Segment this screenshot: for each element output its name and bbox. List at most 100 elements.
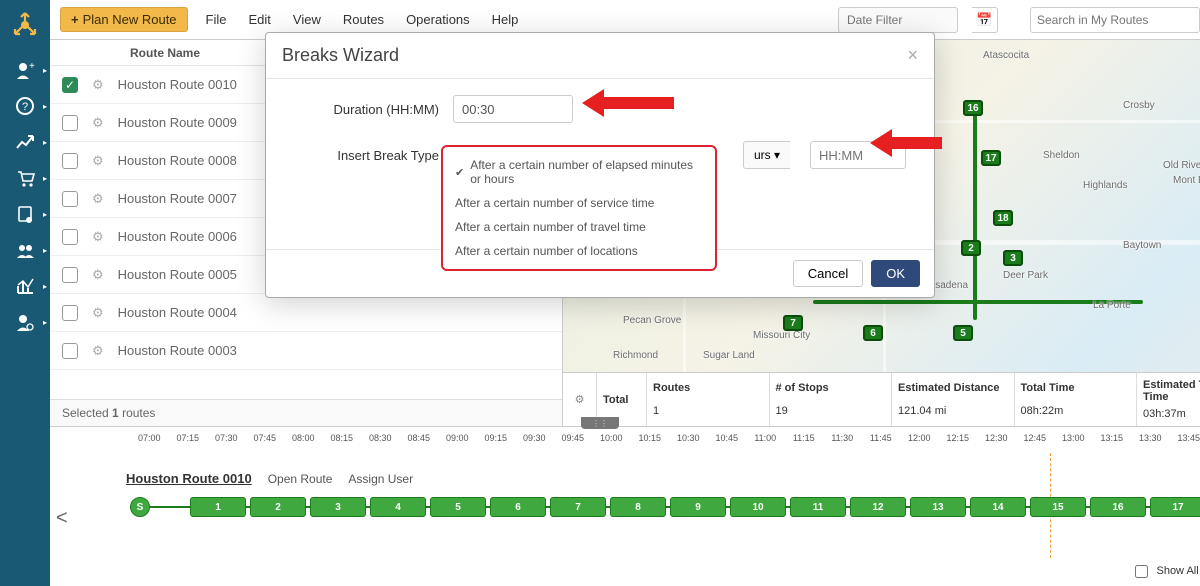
route-checkbox[interactable] (62, 305, 78, 321)
gear-icon[interactable]: ⚙ (92, 191, 104, 207)
timeline-drag-handle[interactable]: ⋮⋮ (581, 417, 619, 429)
selected-routes-summary: Selected 1 routes (50, 399, 562, 426)
time-tick: 11:15 (785, 433, 824, 443)
map-stop-marker[interactable]: 18 (993, 210, 1013, 226)
route-checkbox[interactable] (62, 267, 78, 283)
gear-icon[interactable]: ⚙ (92, 305, 104, 321)
nav-book[interactable]: ▸ (0, 196, 50, 232)
totals-column: # of Stops19 (770, 373, 893, 426)
show-all-checkbox[interactable] (1135, 565, 1148, 578)
menu-edit[interactable]: Edit (249, 12, 271, 27)
cancel-button[interactable]: Cancel (793, 260, 863, 287)
menu-view[interactable]: View (293, 12, 321, 27)
break-type-option[interactable]: After a certain number of travel time (443, 215, 715, 239)
nav-users[interactable]: ▸ (0, 232, 50, 268)
timeline-scroll-left[interactable]: < (56, 507, 68, 530)
gantt-stop[interactable]: 2 (250, 497, 306, 517)
calendar-icon[interactable]: 📅 (972, 7, 998, 33)
time-tick: 13:15 (1093, 433, 1132, 443)
gantt-stop[interactable]: 3 (310, 497, 366, 517)
gantt-stop[interactable]: 8 (610, 497, 666, 517)
route-name: Houston Route 0007 (118, 191, 237, 206)
route-checkbox[interactable] (62, 115, 78, 131)
menu-routes[interactable]: Routes (343, 12, 384, 27)
gantt-stop[interactable]: 1 (190, 497, 246, 517)
totals-column: Estimated Distance121.04 mi (892, 373, 1015, 426)
map-stop-marker[interactable]: 7 (783, 315, 803, 331)
svg-text:?: ? (22, 101, 28, 113)
time-tick: 08:45 (400, 433, 439, 443)
route-checkbox[interactable] (62, 153, 78, 169)
gantt-stop[interactable]: S (130, 497, 150, 517)
nav-cart[interactable]: ▸ (0, 160, 50, 196)
open-route-link[interactable]: Open Route (268, 472, 333, 486)
svg-text:+: + (29, 61, 35, 72)
plan-new-route-button[interactable]: +Plan New Route (60, 7, 188, 32)
assign-user-link[interactable]: Assign User (348, 472, 413, 486)
gantt-stop[interactable]: 16 (1090, 497, 1146, 517)
gear-icon[interactable]: ⚙ (92, 115, 104, 131)
gear-icon[interactable]: ⚙ (92, 153, 104, 169)
route-checkbox[interactable] (62, 191, 78, 207)
timeline-panel: 07:0007:1507:3007:4508:0008:1508:3008:45… (50, 426, 1200, 586)
route-row[interactable]: ⚙Houston Route 0004 (50, 294, 562, 332)
map-stop-marker[interactable]: 17 (981, 150, 1001, 166)
route-row[interactable]: ⚙Houston Route 0003 (50, 332, 562, 370)
map-stop-marker[interactable]: 3 (1003, 250, 1023, 266)
nav-user-settings[interactable]: ▸ (0, 304, 50, 340)
duration-input[interactable] (453, 95, 573, 123)
timeline-route-name[interactable]: Houston Route 0010 (126, 471, 252, 486)
gantt-stop[interactable]: 9 (670, 497, 726, 517)
route-name: Houston Route 0010 (118, 77, 237, 92)
route-name: Houston Route 0005 (118, 267, 237, 282)
route-checkbox[interactable] (62, 229, 78, 245)
gantt-stop[interactable]: 7 (550, 497, 606, 517)
totals-column: Routes1 (647, 373, 770, 426)
gantt-stop[interactable]: 12 (850, 497, 906, 517)
gantt-stop[interactable]: 14 (970, 497, 1026, 517)
gantt-stop[interactable]: 4 (370, 497, 426, 517)
break-type-option[interactable]: After a certain number of locations (443, 239, 715, 263)
menu-file[interactable]: File (206, 12, 227, 27)
search-input[interactable] (1030, 7, 1200, 33)
unit-dropdown[interactable]: urs ▾ (743, 141, 790, 169)
totals-panel: ⚙ Total Routes1# of Stops19Estimated Dis… (563, 372, 1200, 426)
menu-help[interactable]: Help (492, 12, 519, 27)
gantt-stop[interactable]: 6 (490, 497, 546, 517)
menu-operations[interactable]: Operations (406, 12, 470, 27)
time-tick: 10:45 (708, 433, 747, 443)
gantt-bar[interactable]: S123456789101112131415161718 (130, 496, 1200, 518)
break-type-option[interactable]: After a certain number of service time (443, 191, 715, 215)
ok-button[interactable]: OK (871, 260, 920, 287)
date-filter-input[interactable] (838, 7, 958, 33)
break-type-option[interactable]: After a certain number of elapsed minute… (443, 153, 715, 191)
gantt-stop[interactable]: 13 (910, 497, 966, 517)
gantt-stop[interactable]: 10 (730, 497, 786, 517)
nav-help[interactable]: ?▸ (0, 88, 50, 124)
gear-icon[interactable]: ⚙ (575, 393, 585, 406)
break-type-dropdown[interactable]: After a certain number of elapsed minute… (441, 145, 717, 271)
time-tick: 12:30 (977, 433, 1016, 443)
map-place-label: La Porte (1093, 300, 1131, 311)
route-name: Houston Route 0008 (118, 153, 237, 168)
nav-growth[interactable]: ▸ (0, 124, 50, 160)
show-all-label: Show All Routes in 1 Day (1156, 565, 1200, 577)
gear-icon[interactable]: ⚙ (92, 229, 104, 245)
close-icon[interactable]: × (907, 45, 918, 66)
map-stop-marker[interactable]: 5 (953, 325, 973, 341)
map-stop-marker[interactable]: 16 (963, 100, 983, 116)
gantt-stop[interactable]: 15 (1030, 497, 1086, 517)
gear-icon[interactable]: ⚙ (92, 77, 104, 93)
gantt-stop[interactable]: 11 (790, 497, 846, 517)
route-checkbox[interactable]: ✓ (62, 77, 78, 93)
gear-icon[interactable]: ⚙ (92, 267, 104, 283)
map-stop-marker[interactable]: 6 (863, 325, 883, 341)
map-stop-marker[interactable]: 2 (961, 240, 981, 256)
route-checkbox[interactable] (62, 343, 78, 359)
gear-icon[interactable]: ⚙ (92, 343, 104, 359)
nav-add-user[interactable]: +▸ (0, 52, 50, 88)
time-tick: 09:00 (438, 433, 477, 443)
gantt-stop[interactable]: 17 (1150, 497, 1200, 517)
nav-chart[interactable]: ▸ (0, 268, 50, 304)
gantt-stop[interactable]: 5 (430, 497, 486, 517)
